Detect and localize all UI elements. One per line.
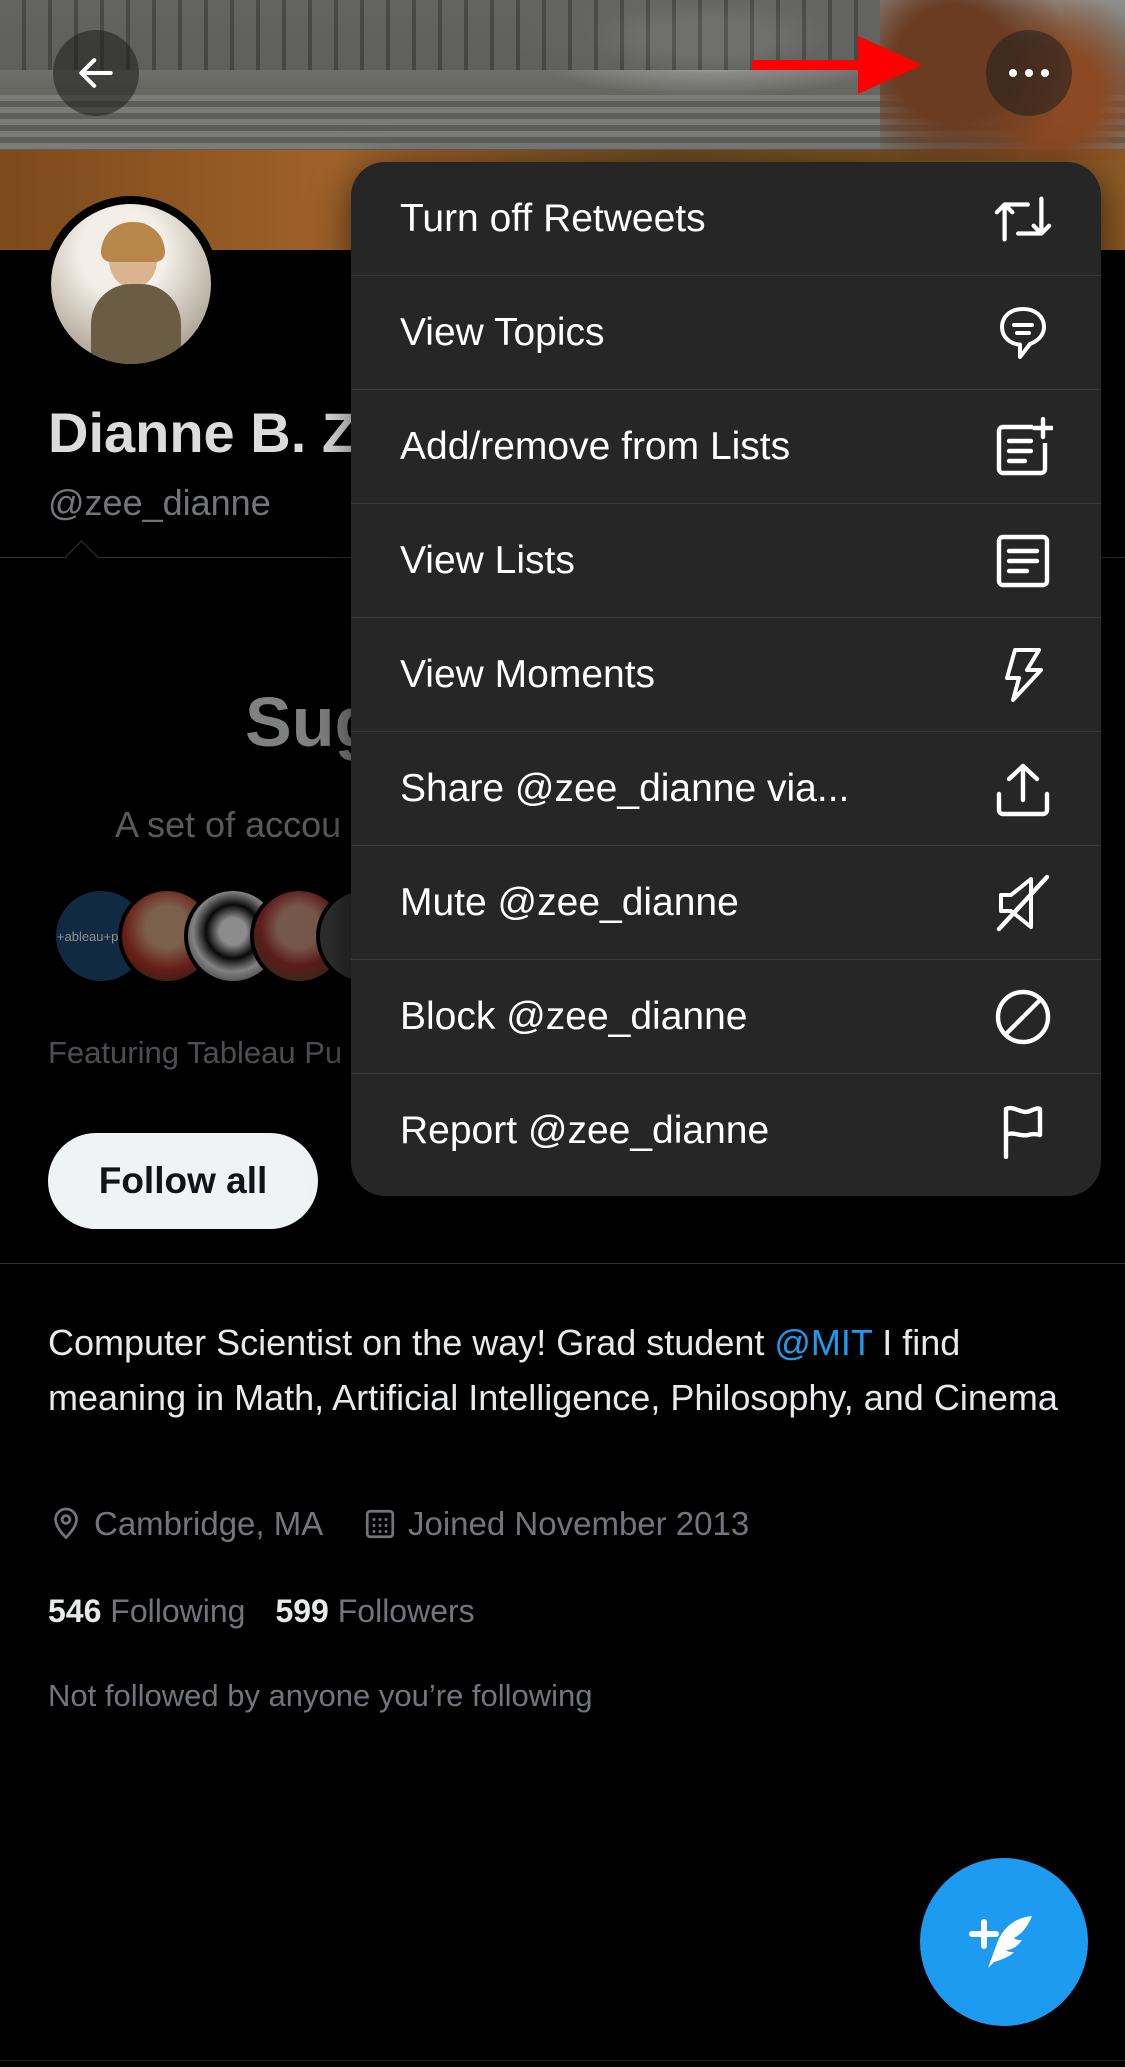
- tab-caret: [65, 540, 98, 573]
- moments-icon: [993, 645, 1053, 705]
- suggested-subtitle: A set of accou: [115, 804, 342, 845]
- suggested-featuring-text: Featuring Tableau Pu: [48, 1035, 343, 1070]
- bio-mention-link[interactable]: @MIT: [774, 1322, 872, 1363]
- compose-tweet-button[interactable]: [920, 1858, 1088, 2026]
- share-icon: [993, 759, 1053, 819]
- menu-item-label: Block @zee_dianne: [400, 994, 748, 1038]
- followers-count: 599: [275, 1593, 329, 1629]
- report-flag-icon: [993, 1101, 1053, 1161]
- menu-item-label: View Topics: [400, 310, 605, 354]
- menu-item-label: Report @zee_dianne: [400, 1109, 770, 1152]
- menu-item-view-moments[interactable]: View Moments: [351, 618, 1101, 732]
- more-dots-icon: [1009, 69, 1049, 77]
- menu-item-label: Turn off Retweets: [400, 196, 706, 240]
- profile-name: Dianne B. Z: [48, 401, 357, 464]
- menu-item-block[interactable]: Block @zee_dianne: [351, 960, 1101, 1074]
- more-options-button[interactable]: [986, 30, 1072, 116]
- menu-item-mute[interactable]: Mute @zee_dianne: [351, 846, 1101, 960]
- calendar-icon: [365, 1509, 395, 1539]
- profile-handle: @zee_dianne: [48, 482, 271, 523]
- location-text: Cambridge, MA: [94, 1505, 324, 1542]
- following-label: Following: [110, 1593, 246, 1629]
- back-arrow-icon: [79, 58, 113, 88]
- retweet-icon: [993, 189, 1053, 249]
- menu-item-view-lists[interactable]: View Lists: [351, 504, 1101, 618]
- profile-bio: Computer Scientist on the way! Grad stud…: [48, 1315, 1078, 1425]
- avatar-photo: [51, 204, 211, 364]
- section-divider: [0, 1263, 1125, 1264]
- menu-item-label: Share @zee_dianne via...: [400, 766, 850, 810]
- topics-icon: [993, 303, 1053, 363]
- bottom-edge: [0, 2060, 1125, 2061]
- profile-joined: Joined November 2013: [362, 1505, 749, 1543]
- menu-item-report[interactable]: Report @zee_dianne: [351, 1074, 1101, 1188]
- annotation-arrow-head: [858, 36, 922, 94]
- menu-item-label: Mute @zee_dianne: [400, 880, 739, 924]
- menu-item-view-topics[interactable]: View Topics: [351, 276, 1101, 390]
- joined-text: Joined November 2013: [408, 1505, 750, 1542]
- menu-item-label: View Lists: [400, 538, 575, 582]
- followers-label: Followers: [337, 1593, 475, 1629]
- bio-text: Computer Scientist on the way! Grad stud…: [48, 1322, 775, 1363]
- following-count: 546: [48, 1593, 102, 1629]
- follow-counts: 546 Following 599 Followers: [48, 1593, 475, 1630]
- menu-item-add-remove-lists[interactable]: Add/remove from Lists: [351, 390, 1101, 504]
- menu-item-share[interactable]: Share @zee_dianne via...: [351, 732, 1101, 846]
- menu-item-turn-off-retweets[interactable]: Turn off Retweets: [351, 162, 1101, 276]
- menu-item-label: Add/remove from Lists: [400, 424, 791, 468]
- follow-all-button[interactable]: Follow all: [48, 1133, 318, 1229]
- lists-icon: [993, 531, 1053, 591]
- menu-item-label: View Moments: [400, 652, 656, 696]
- profile-options-menu: Turn off Retweets View Topics Add/remove…: [351, 162, 1101, 1196]
- location-pin-icon: [54, 1507, 78, 1540]
- mute-icon: [993, 873, 1053, 933]
- compose-quill-icon: [969, 1916, 1032, 1968]
- following-link[interactable]: 546 Following: [48, 1593, 245, 1630]
- add-to-list-icon: [993, 416, 1053, 477]
- followers-link[interactable]: 599 Followers: [275, 1593, 474, 1630]
- back-button[interactable]: [53, 30, 139, 116]
- block-icon: [993, 987, 1053, 1047]
- not-followed-text: Not followed by anyone you’re following: [48, 1678, 593, 1713]
- profile-location: Cambridge, MA: [48, 1505, 323, 1543]
- profile-avatar[interactable]: [43, 196, 219, 372]
